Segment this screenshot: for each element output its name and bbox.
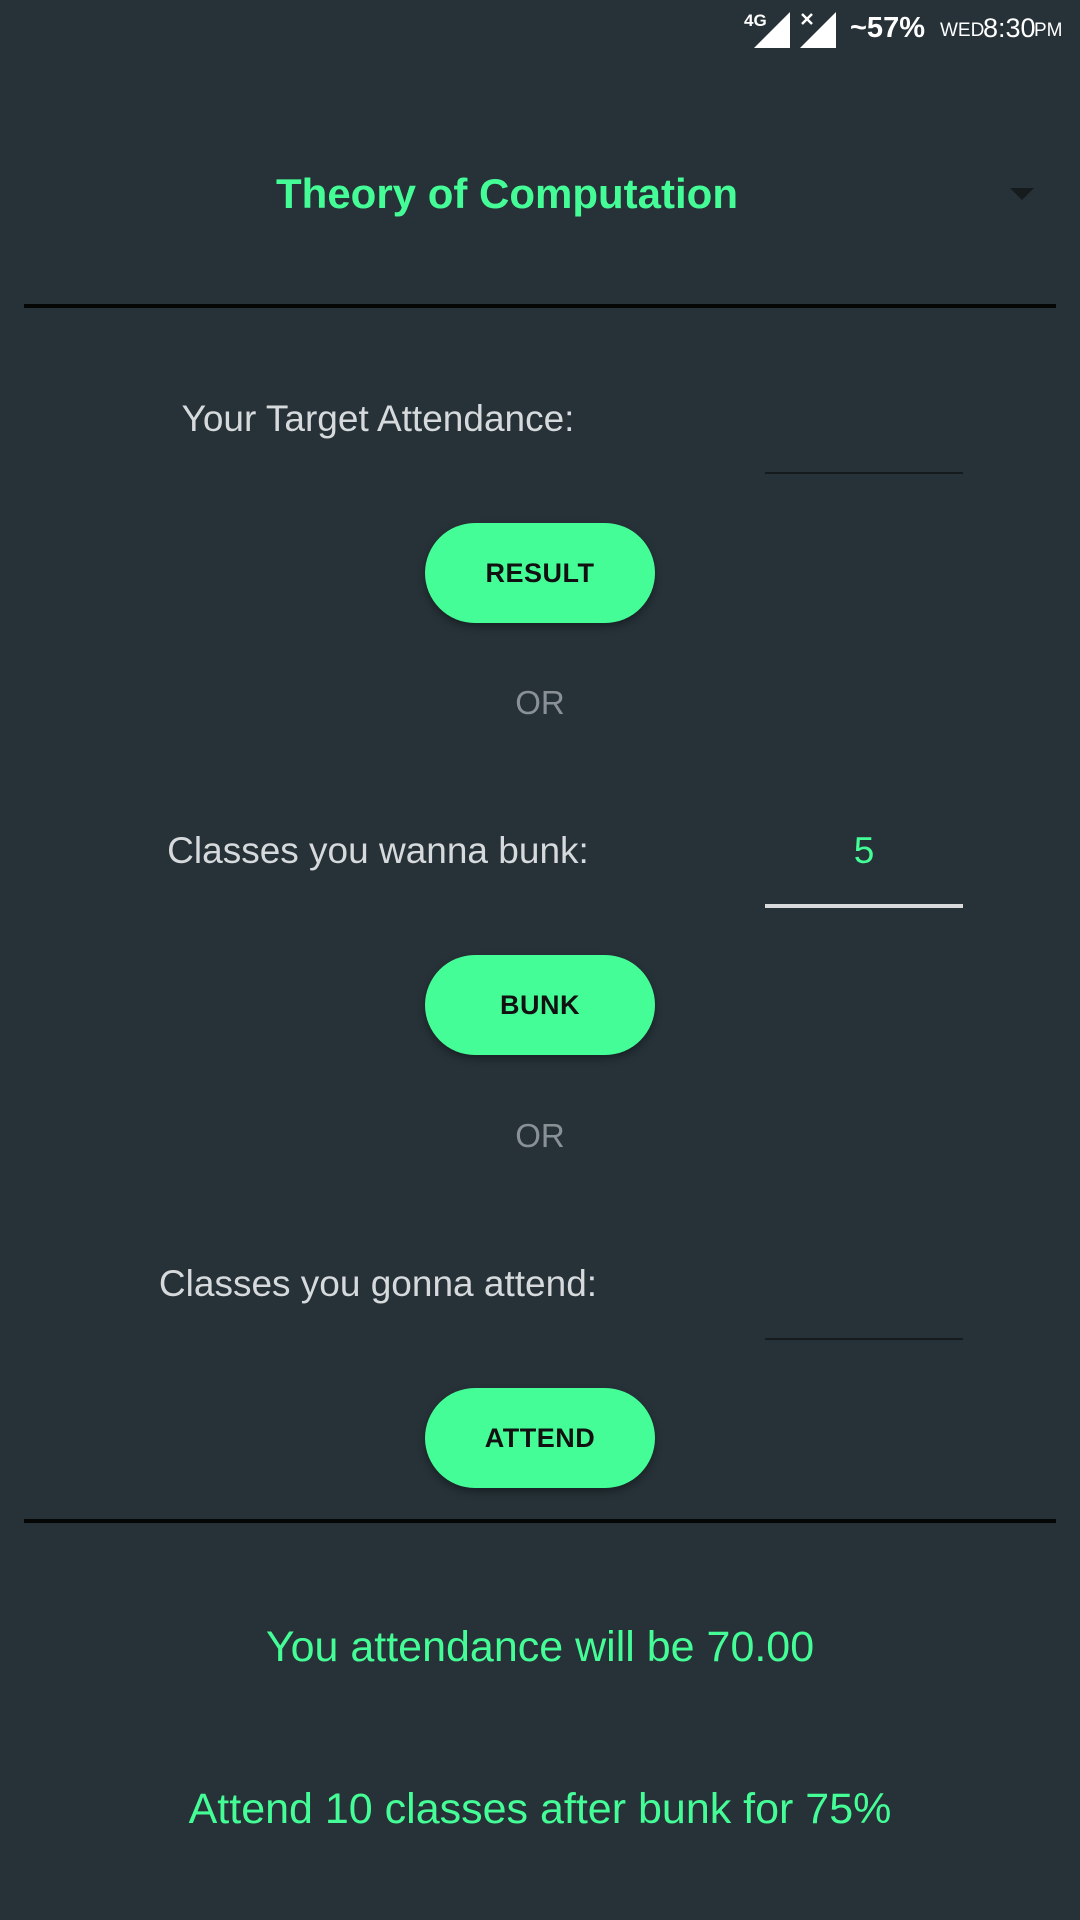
bunk-classes-value: 5 <box>853 830 875 871</box>
attend-button[interactable]: ATTEND <box>425 1388 655 1488</box>
status-bar: 4G ~57% WED 8:30 PM <box>0 0 1080 60</box>
target-attendance-input[interactable] <box>765 414 963 474</box>
signal-icon <box>754 12 790 48</box>
battery-level: ~57% <box>850 12 925 44</box>
bunk-classes-underline <box>765 904 963 908</box>
bottom-divider <box>24 1519 1056 1523</box>
status-day: WED <box>940 20 985 41</box>
result-button[interactable]: RESULT <box>425 523 655 623</box>
or-separator-1: OR <box>515 684 565 721</box>
bunk-advice-result: Attend 10 classes after bunk for 75% <box>188 1785 892 1833</box>
target-attendance-underline <box>765 472 963 474</box>
attend-classes-underline <box>765 1338 963 1340</box>
top-divider <box>24 304 1056 308</box>
subject-spinner[interactable]: Theory of Computation <box>24 120 1056 270</box>
attendance-result: You attendance will be 70.00 <box>265 1623 815 1671</box>
bunk-classes-label: Classes you wanna bunk: <box>167 830 589 871</box>
status-ampm: PM <box>1034 20 1063 41</box>
subject-spinner-selected: Theory of Computation <box>276 170 738 217</box>
attend-classes-label: Classes you gonna attend: <box>158 1263 598 1304</box>
status-time: 8:30 <box>983 13 1036 43</box>
bunk-classes-input[interactable]: 5 <box>765 830 963 908</box>
target-attendance-label: Your Target Attendance: <box>181 398 575 439</box>
dropdown-arrow-icon <box>1010 188 1034 200</box>
bunk-button[interactable]: BUNK <box>425 955 655 1055</box>
attend-classes-input[interactable] <box>765 1280 963 1340</box>
no-signal-icon <box>800 12 836 48</box>
or-separator-2: OR <box>515 1117 565 1154</box>
